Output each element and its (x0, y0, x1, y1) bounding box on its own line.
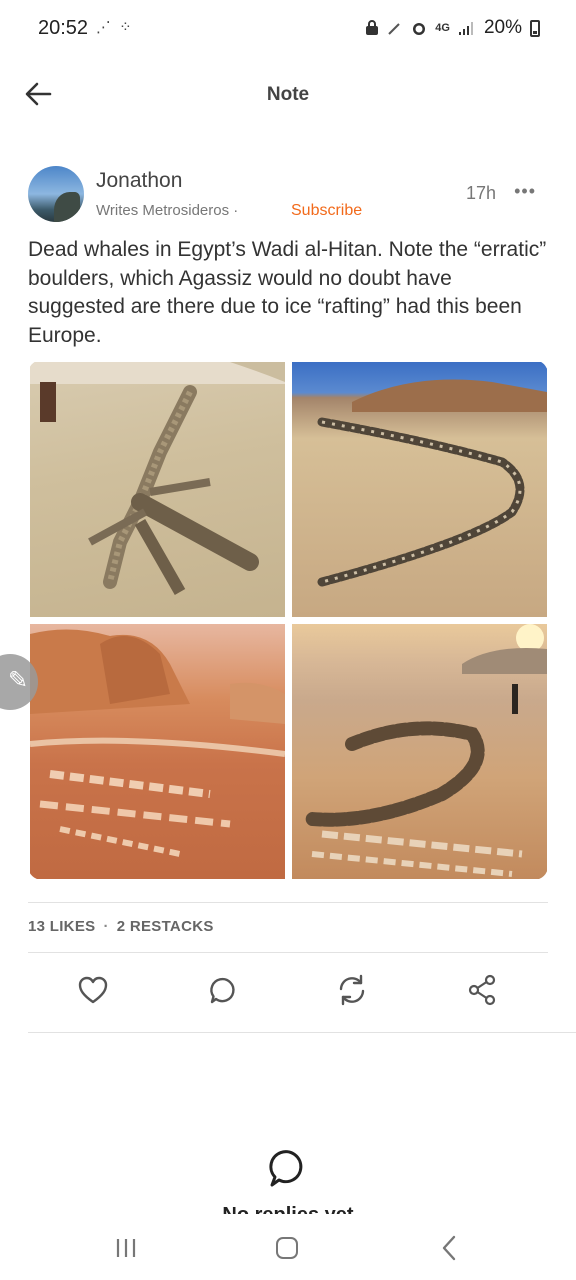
status-bar: 20:52 ⋰ ⁘ 4G 20% (0, 0, 576, 56)
battery-text: 20% (483, 17, 522, 38)
pen-icon (388, 23, 400, 35)
share-button[interactable] (462, 970, 502, 1010)
comment-icon (210, 977, 235, 1004)
replies-empty-text: No replies yet (0, 1204, 576, 1214)
network-indicator: 4G (435, 22, 450, 34)
heart-icon (78, 976, 108, 1004)
replies-empty-state (267, 1148, 309, 1190)
restacks-count[interactable]: 2 RESTACKS (117, 918, 214, 935)
like-button[interactable] (73, 970, 113, 1010)
recents-icon[interactable] (115, 1238, 137, 1258)
share-icon (468, 974, 496, 1006)
post-author-row: Jonathon Writes Metrosideros · Subscribe… (28, 166, 548, 226)
author-publication[interactable]: Writes Metrosideros · (96, 202, 238, 219)
author-name[interactable]: Jonathon (96, 169, 182, 193)
post-image-3[interactable] (30, 624, 285, 879)
image-grid (28, 360, 548, 880)
restack-icon (339, 974, 365, 1006)
post-text: Dead whales in Egypt’s Wadi al-Hitan. No… (28, 238, 547, 347)
lock-icon (366, 20, 379, 35)
post-image-1[interactable] (30, 362, 285, 617)
page-title: Note (266, 84, 310, 105)
comment-icon (269, 1150, 303, 1187)
alarm-icon (413, 23, 426, 35)
divider (28, 1032, 576, 1033)
signal-icon (458, 22, 473, 35)
status-time: 20:52 (38, 17, 89, 39)
post-image-2[interactable] (292, 362, 547, 617)
stats-separator: · (103, 918, 109, 935)
post-actions (0, 970, 576, 1014)
chevron-left-icon[interactable] (440, 1234, 458, 1262)
divider (28, 952, 548, 953)
system-nav-bar (0, 1214, 576, 1280)
home-button[interactable] (276, 1237, 298, 1259)
subscribe-button[interactable]: Subscribe (291, 202, 362, 220)
post-stats: 13 LIKES · 2 RESTACKS (28, 918, 214, 935)
app-header: Note (0, 64, 576, 124)
post-image-4[interactable] (292, 624, 547, 879)
comment-button[interactable] (203, 970, 243, 1010)
pencil-icon: ✎ (8, 667, 29, 694)
likes-count[interactable]: 13 LIKES (28, 918, 95, 935)
divider (28, 902, 548, 903)
post-time: 17h (465, 183, 496, 203)
status-right-icons: 4G 20% (365, 17, 540, 39)
avatar[interactable] (28, 166, 84, 222)
battery-icon (530, 19, 540, 37)
more-options-button[interactable]: ••• (514, 181, 536, 202)
restack-button[interactable] (332, 970, 372, 1010)
notification-icons: ⋰ ⁘ (96, 19, 134, 36)
